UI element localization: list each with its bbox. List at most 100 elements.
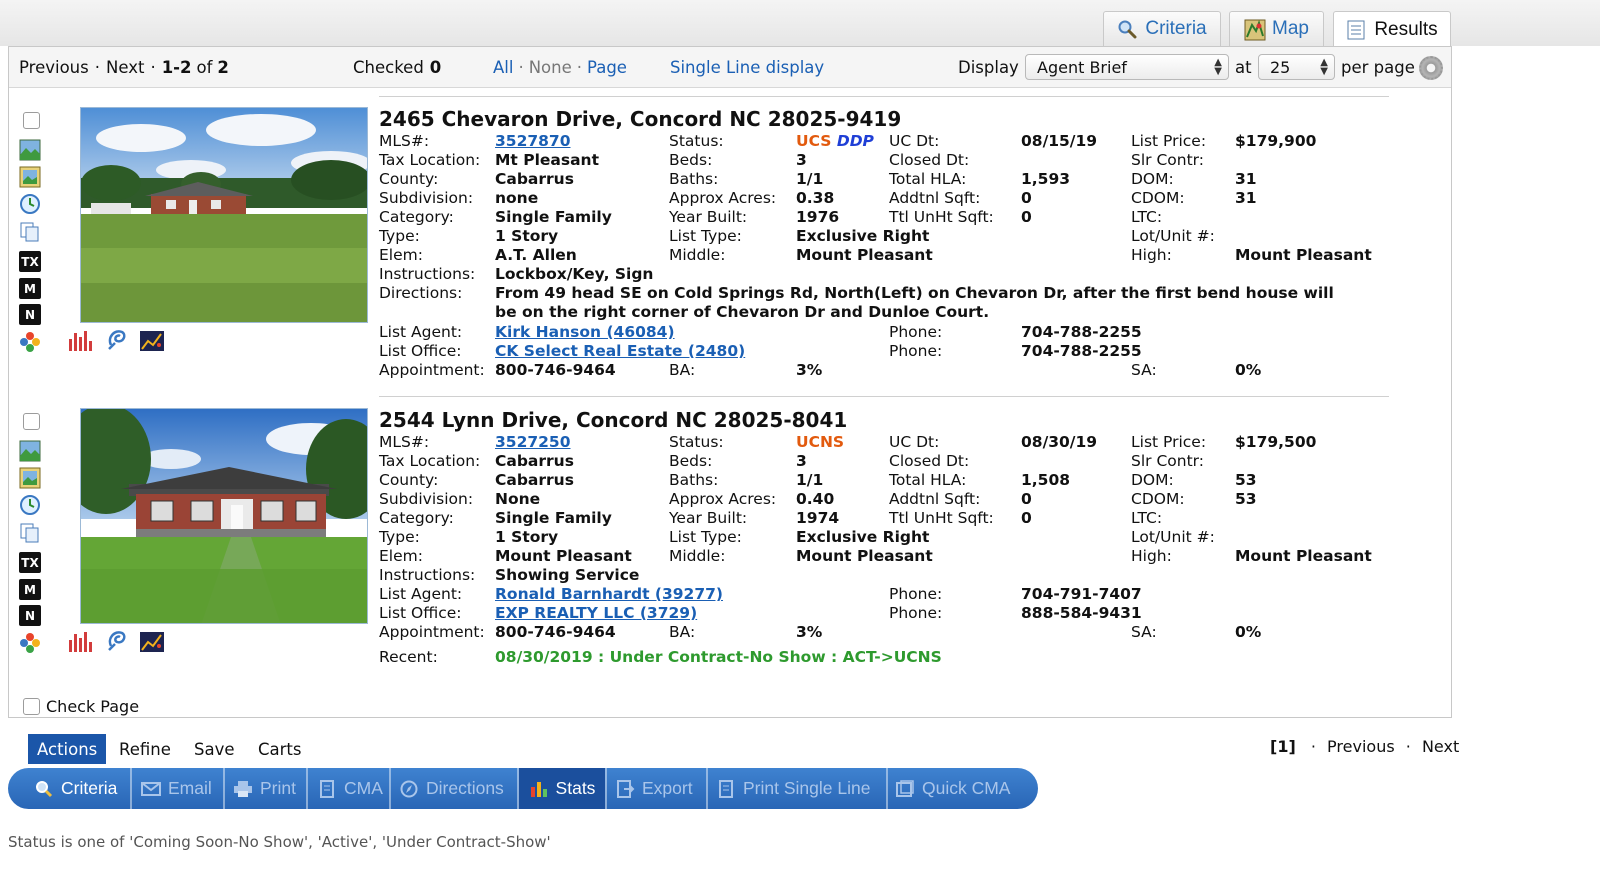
field-label: Beds: — [669, 151, 713, 169]
m-icon[interactable]: M — [19, 278, 41, 299]
field-label: Elem: — [379, 246, 423, 264]
beds-value: 3 — [796, 151, 807, 169]
cma-button[interactable]: CMA — [317, 768, 383, 809]
per-page-select[interactable]: 25 ▲ ▼ — [1258, 54, 1335, 80]
gallery-icon[interactable] — [19, 166, 41, 188]
tx-icon[interactable]: TX — [19, 251, 41, 272]
list-office-link[interactable]: EXP REALTY LLC (3729) — [495, 604, 697, 622]
field-label: Middle: — [669, 547, 726, 565]
tab-map[interactable]: Map — [1229, 11, 1324, 46]
pinwheel-icon[interactable] — [19, 632, 41, 654]
field-label: Type: — [379, 528, 420, 546]
history-icon[interactable] — [19, 193, 41, 215]
status-footnote: Status is one of 'Coming Soon-No Show', … — [8, 833, 551, 851]
field-label: Instructions: — [379, 566, 476, 584]
swirl-icon[interactable] — [105, 628, 131, 652]
field-label: LTC: — [1131, 509, 1163, 527]
print-single-line-button[interactable]: Print Single Line — [716, 768, 870, 809]
check-none-link[interactable]: None — [529, 58, 572, 77]
instructions-value: Showing Service — [495, 566, 640, 584]
check-page-checkbox[interactable] — [23, 698, 40, 715]
listing-address[interactable]: 2465 Chevaron Drive, Concord NC 28025-94… — [379, 107, 901, 131]
listing-checkbox[interactable] — [23, 413, 40, 430]
next-page-link[interactable]: Next — [1422, 737, 1459, 756]
previous-link[interactable]: Previous — [19, 58, 89, 77]
recent-activity-value: 08/30/2019 : Under Contract-No Show : AC… — [495, 648, 942, 666]
compass-icon — [399, 780, 419, 798]
field-label: Approx Acres: — [669, 490, 777, 508]
tab-refine[interactable]: Refine — [119, 734, 171, 764]
action-toolbar: Criteria Email Print CMA Directions Stat… — [8, 768, 1038, 809]
field-label: Total HLA: — [889, 170, 967, 188]
tab-results[interactable]: Results — [1333, 11, 1451, 47]
next-link[interactable]: Next — [106, 58, 144, 77]
mls-number-link[interactable]: 3527250 — [495, 433, 571, 451]
field-label: County: — [379, 170, 439, 188]
gallery-icon[interactable] — [19, 467, 41, 489]
email-button[interactable]: Email — [141, 768, 212, 809]
field-label: Category: — [379, 509, 454, 527]
pinwheel-icon[interactable] — [19, 331, 41, 353]
mls-number-link[interactable]: 3527870 — [495, 132, 571, 150]
photo-icon[interactable] — [19, 440, 41, 462]
quick-cma-button[interactable]: Quick CMA — [895, 768, 1010, 809]
swirl-icon[interactable] — [105, 327, 131, 351]
previous-page-link[interactable]: Previous — [1327, 737, 1395, 756]
listing-address[interactable]: 2544 Lynn Drive, Concord NC 28025-8041 — [379, 408, 847, 432]
copy-icon[interactable] — [19, 522, 41, 544]
listing-2: TX M N 2544 Lynn Drive, Concord NC 28025… — [9, 408, 1453, 688]
search-icon — [34, 780, 54, 798]
listing-photo[interactable] — [80, 408, 368, 624]
directions-button[interactable]: Directions — [399, 768, 504, 809]
tab-criteria[interactable]: Criteria — [1103, 11, 1221, 46]
copy-icon[interactable] — [19, 221, 41, 243]
n-icon[interactable]: N — [19, 304, 41, 325]
field-label: Appointment: — [379, 361, 485, 379]
check-page-control[interactable]: Check Page — [23, 697, 139, 716]
field-label: Phone: — [889, 585, 943, 603]
sa-value: 0% — [1235, 361, 1262, 379]
result-total: 2 — [217, 58, 229, 77]
bar-chart-icon — [529, 780, 549, 798]
gear-icon[interactable] — [1419, 56, 1443, 80]
check-all-link[interactable]: All — [493, 58, 513, 77]
tab-actions[interactable]: Actions — [28, 734, 107, 764]
list-agent-link[interactable]: Kirk Hanson (46084) — [495, 323, 675, 341]
directions-line-2: be on the right corner of Chevaron Dr an… — [495, 303, 990, 321]
tax-map-icon[interactable] — [139, 329, 165, 353]
criteria-button[interactable]: Criteria — [34, 768, 117, 809]
checked-count: Checked 0 — [353, 58, 442, 77]
directions-line-1: From 49 head SE on Cold Springs Rd, Nort… — [495, 284, 1334, 302]
field-label: Closed Dt: — [889, 151, 970, 169]
addtnl-sqft-value: 0 — [1021, 189, 1032, 207]
n-icon[interactable]: N — [19, 605, 41, 626]
display-select[interactable]: Agent Brief ▲ ▼ — [1025, 54, 1229, 80]
tx-icon[interactable]: TX — [19, 552, 41, 573]
office-phone-value: 888-584-9431 — [1021, 604, 1142, 622]
check-selectors: All · None · Page — [493, 58, 627, 77]
m-icon[interactable]: M — [19, 579, 41, 600]
listing-checkbox[interactable] — [23, 112, 40, 129]
tax-map-icon[interactable] — [139, 630, 165, 654]
bar-chart-icon[interactable] — [67, 329, 93, 353]
listing-photo[interactable] — [80, 107, 368, 323]
tab-save[interactable]: Save — [194, 734, 235, 764]
middle-school-value: Mount Pleasant — [796, 246, 933, 264]
bar-chart-icon[interactable] — [67, 630, 93, 654]
stats-button[interactable]: Stats — [519, 768, 605, 809]
field-label: List Office: — [379, 342, 462, 360]
list-price-value: $179,900 — [1235, 132, 1317, 150]
single-line-display-link[interactable]: Single Line display — [670, 47, 824, 88]
history-icon[interactable] — [19, 494, 41, 516]
field-label: UC Dt: — [889, 433, 940, 451]
list-office-link[interactable]: CK Select Real Estate (2480) — [495, 342, 745, 360]
acres-value: 0.40 — [796, 490, 835, 508]
export-button[interactable]: Export — [615, 768, 693, 809]
print-button[interactable]: Print — [233, 768, 296, 809]
field-label: Middle: — [669, 246, 726, 264]
field-label: Directions: — [379, 284, 463, 302]
tab-carts[interactable]: Carts — [258, 734, 301, 764]
check-page-link[interactable]: Page — [587, 58, 627, 77]
photo-icon[interactable] — [19, 139, 41, 161]
list-agent-link[interactable]: Ronald Barnhardt (39277) — [495, 585, 723, 603]
